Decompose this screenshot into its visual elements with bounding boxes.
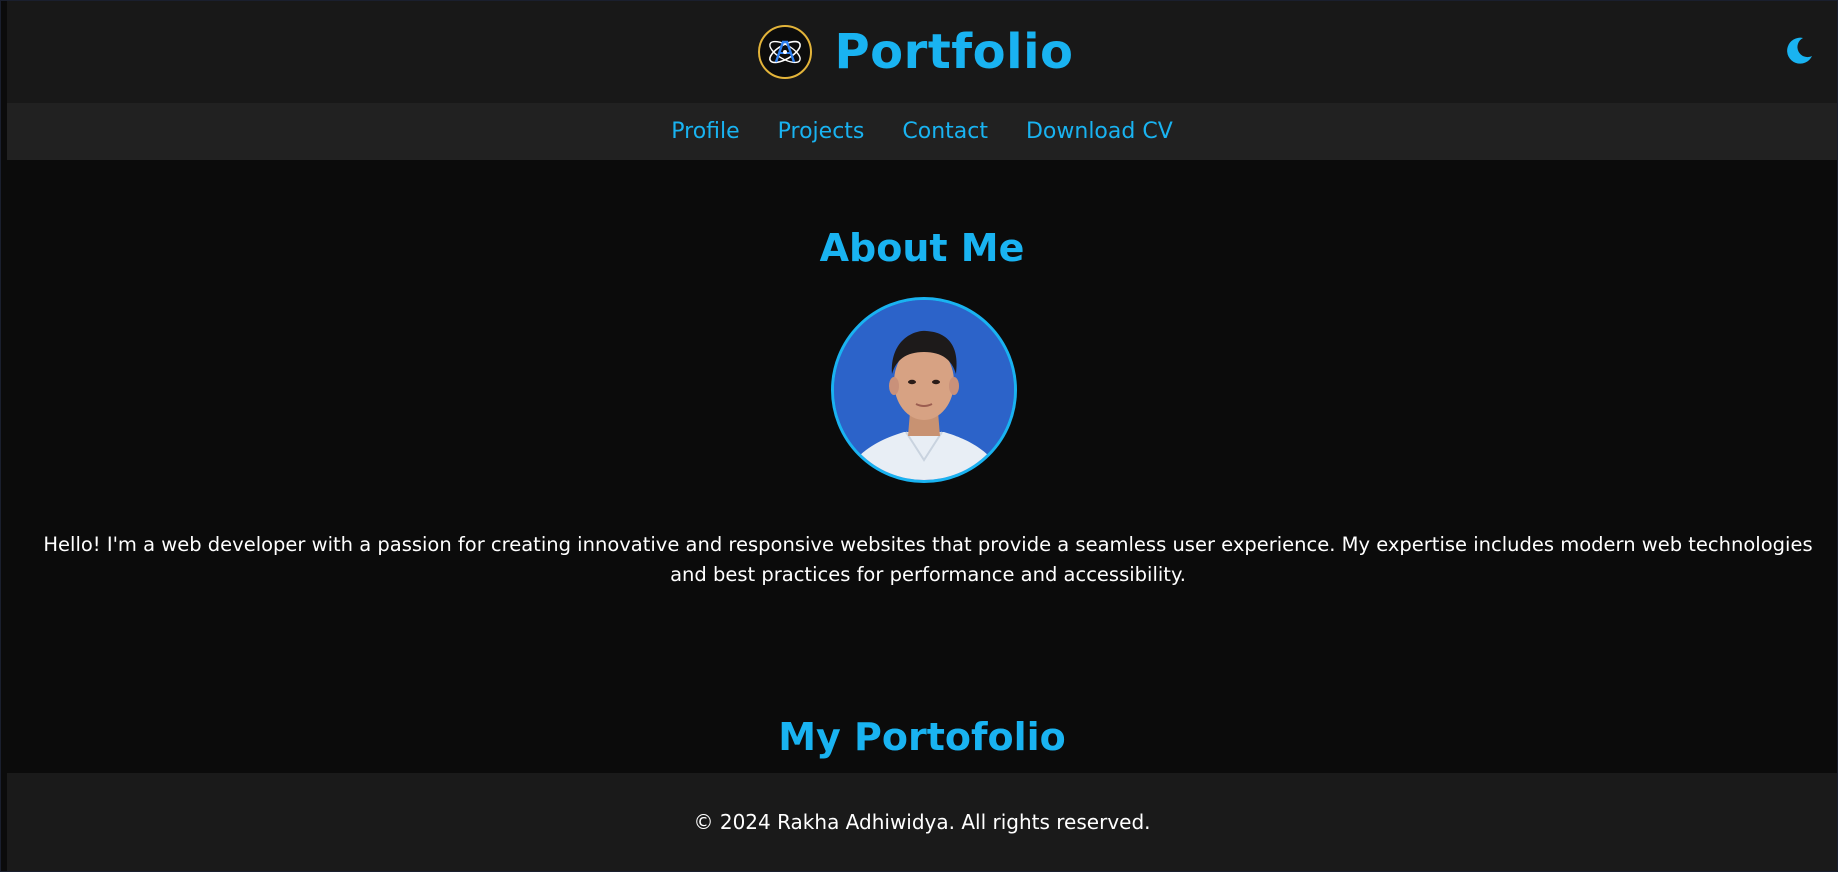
theme-toggle-button[interactable] xyxy=(1783,34,1815,66)
profile-photo xyxy=(831,297,1017,483)
portfolio-title: My Portofolio xyxy=(778,715,1066,759)
about-text: Hello! I'm a web developer with a passio… xyxy=(43,532,1813,586)
main-nav: Profile Projects Contact Download CV xyxy=(7,103,1837,160)
footer-copyright: © 2024 Rakha Adhiwidya. All rights reser… xyxy=(693,810,1151,834)
nav-item-contact[interactable]: Contact xyxy=(902,119,988,144)
main-content: About Me Hello! I'm a web developer with… xyxy=(7,160,1837,771)
site-title[interactable]: Portfolio xyxy=(834,24,1073,80)
site-footer: © 2024 Rakha Adhiwidya. All rights reser… xyxy=(7,773,1837,871)
nav-item-projects[interactable]: Projects xyxy=(778,119,865,144)
brand[interactable]: Portfolio xyxy=(758,24,1073,80)
about-title: About Me xyxy=(819,226,1025,270)
site-header: Portfolio xyxy=(7,1,1837,103)
moon-icon xyxy=(1787,37,1812,64)
logo-icon[interactable] xyxy=(758,25,813,79)
nav-item-profile[interactable]: Profile xyxy=(671,119,739,144)
nav-item-download-cv[interactable]: Download CV xyxy=(1026,119,1173,144)
